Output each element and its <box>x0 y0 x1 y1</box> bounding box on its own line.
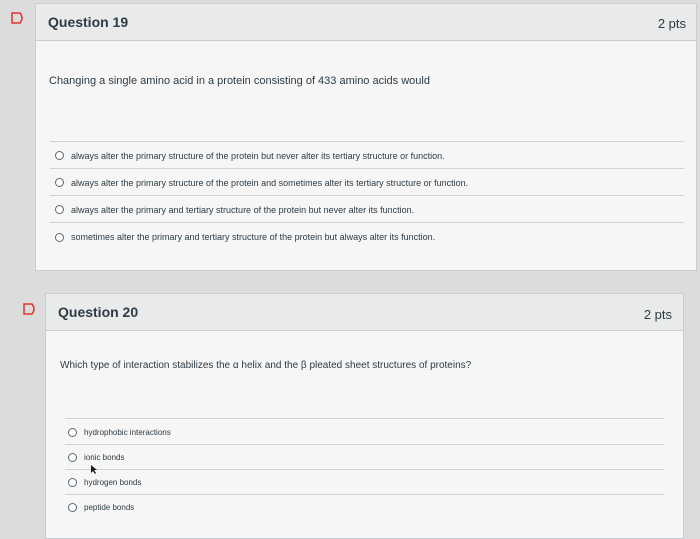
answer-option[interactable]: ionic bonds <box>65 444 664 470</box>
question-19-points: 2 pts <box>657 16 686 31</box>
answer-label: always alter the primary and tertiary st… <box>71 204 415 215</box>
radio-button[interactable] <box>68 427 77 437</box>
radio-button[interactable] <box>68 503 77 512</box>
question-20-title: Question 20 <box>58 304 139 320</box>
answer-label: ionic bonds <box>84 453 125 462</box>
answer-option[interactable]: hydrogen bonds <box>65 469 664 495</box>
flag-question-20-icon[interactable] <box>23 303 37 315</box>
radio-button[interactable] <box>68 453 77 462</box>
question-20-card: Question 20 2 pts Which type of interact… <box>45 293 684 539</box>
flag-question-19-icon[interactable] <box>11 12 25 24</box>
answer-option[interactable]: always alter the primary and tertiary st… <box>50 195 684 223</box>
answer-label: always alter the primary structure of th… <box>71 150 445 161</box>
answer-label: hydrophobic interactions <box>84 427 171 437</box>
question-19-text: Changing a single amino acid in a protei… <box>49 75 430 87</box>
question-20-points: 2 pts <box>643 307 672 322</box>
question-19-header: Question 19 2 pts <box>36 4 696 41</box>
answer-option[interactable]: peptide bonds <box>65 494 664 520</box>
radio-button[interactable] <box>55 178 64 187</box>
question-20-header: Question 20 2 pts <box>46 294 683 331</box>
question-19-card: Question 19 2 pts Changing a single amin… <box>35 3 697 271</box>
answer-label: sometimes alter the primary and tertiary… <box>71 232 436 242</box>
answer-option[interactable]: hydrophobic interactions <box>65 418 664 445</box>
mouse-cursor-icon <box>90 462 98 480</box>
radio-button[interactable] <box>55 232 64 242</box>
question-20-text: Which type of interaction stabilizes the… <box>60 360 472 371</box>
answer-label: peptide bonds <box>84 503 135 512</box>
radio-button[interactable] <box>68 478 77 487</box>
answer-option[interactable]: always alter the primary structure of th… <box>50 141 684 169</box>
answer-label: always alter the primary structure of th… <box>71 177 469 188</box>
radio-button[interactable] <box>55 151 64 160</box>
answer-option[interactable]: sometimes alter the primary and tertiary… <box>50 222 684 251</box>
answer-option[interactable]: always alter the primary structure of th… <box>50 168 684 196</box>
question-19-title: Question 19 <box>48 14 129 30</box>
radio-button[interactable] <box>55 205 64 214</box>
